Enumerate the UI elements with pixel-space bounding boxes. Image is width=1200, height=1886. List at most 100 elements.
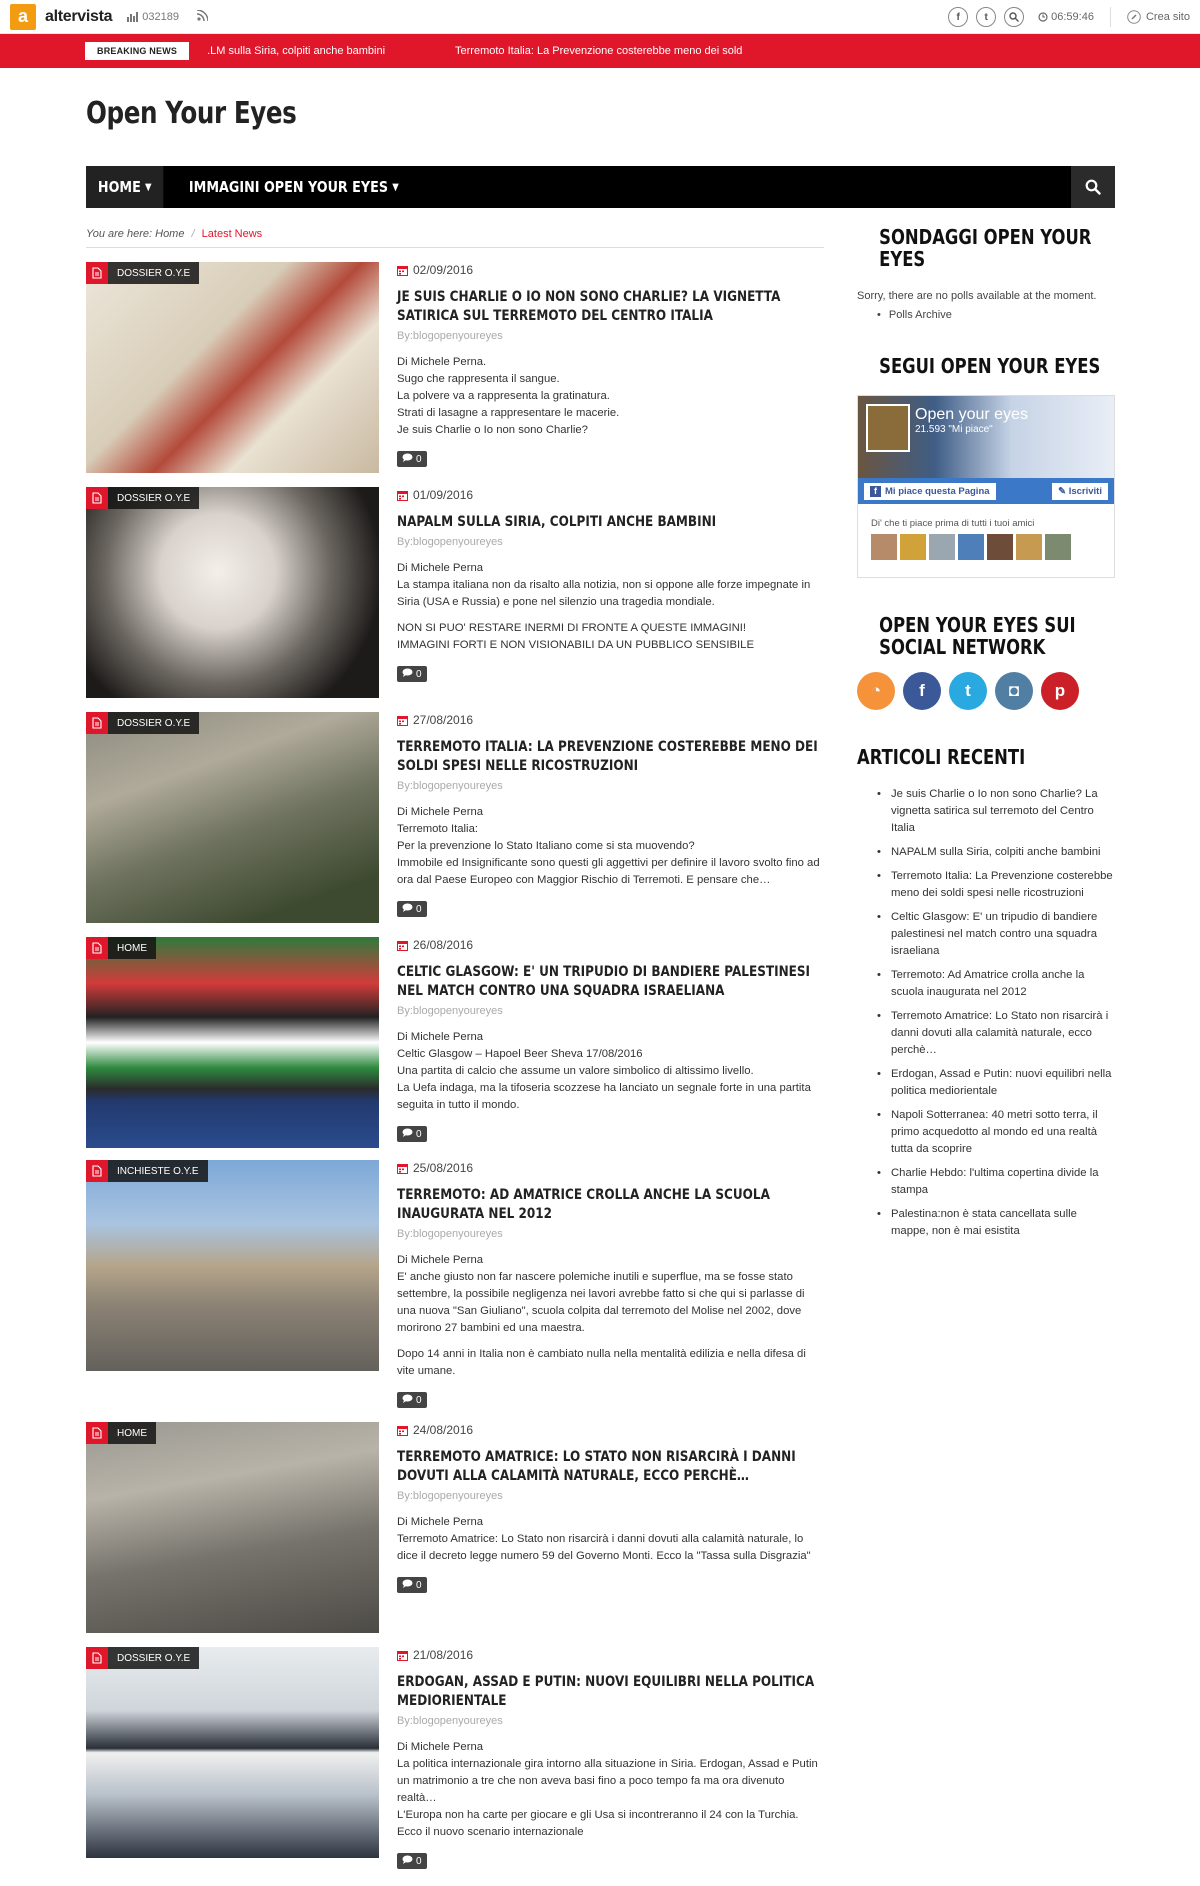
breadcrumb-home[interactable]: Home [155,228,184,240]
facebook-page-avatar [866,404,910,452]
comments-count-button[interactable]: 0 [397,1392,427,1408]
friend-avatar[interactable] [958,534,984,560]
comments-count-button[interactable]: 0 [397,1853,427,1869]
friend-avatar[interactable] [871,534,897,560]
post-title[interactable]: TERREMOTO AMATRICE: LO STATO NON RISARCI… [397,1448,825,1486]
breaking-news-item[interactable]: .LM sulla Siria, colpiti anche bambini [207,45,385,57]
recent-post-link[interactable]: Palestina:non è stata cancellata sulle m… [877,1206,1115,1240]
recent-post-link[interactable]: Je suis Charlie o Io non sono Charlie? L… [877,786,1115,837]
recent-post-link[interactable]: Terremoto Amatrice: Lo Stato non risarci… [877,1008,1115,1059]
altervista-logo[interactable]: a [10,3,36,30]
post-list: DOSSIER O.Y.E 02/09/2016 JE SUIS CHARLIE… [86,262,826,1869]
facebook-subscribe-button[interactable]: ✎ Iscriviti [1052,482,1108,500]
post-title[interactable]: CELTIC GLASGOW: E' UN TRIPUDIO DI BANDIE… [397,963,825,1001]
calendar-icon [397,1163,408,1174]
friend-avatar[interactable] [900,534,926,560]
post-category-badge[interactable]: DOSSIER O.Y.E [86,1647,200,1669]
post-category-badge[interactable]: INCHIESTE O.Y.E [86,1160,208,1182]
recent-post-link[interactable]: Terremoto Italia: La Prevenzione costere… [877,868,1115,902]
post-author[interactable]: By:blogopenyoureyes [397,1228,826,1240]
post-author[interactable]: By:blogopenyoureyes [397,1490,826,1502]
document-icon [86,262,108,284]
post-author[interactable]: By:blogopenyoureyes [397,780,826,792]
search-icon[interactable] [1004,7,1025,27]
facebook-icon[interactable]: f [948,7,969,27]
post-date: 27/08/2016 [397,712,826,728]
rss-icon[interactable]: ◔ [857,672,895,710]
post-thumbnail[interactable]: HOME [86,1422,379,1633]
recent-post-link[interactable]: Celtic Glasgow: E' un tripudio di bandie… [877,909,1115,960]
facebook-icon: f [870,485,881,497]
document-icon [86,1160,108,1182]
post-thumbnail[interactable]: DOSSIER O.Y.E [86,712,379,923]
post-thumbnail[interactable]: INCHIESTE O.Y.E [86,1160,379,1371]
post-title[interactable]: TERREMOTO: AD AMATRICE CROLLA ANCHE LA S… [397,1186,825,1224]
post-date: 25/08/2016 [397,1160,826,1176]
recent-post-link[interactable]: Charlie Hebdo: l'ultima copertina divide… [877,1165,1115,1199]
comments-count-button[interactable]: 0 [397,1126,427,1142]
post-category-badge[interactable]: DOSSIER O.Y.E [86,712,200,734]
calendar-icon [397,265,408,276]
comments-count: 0 [416,1128,422,1140]
post-title[interactable]: NAPALM SULLA SIRIA, COLPITI ANCHE BAMBIN… [397,513,825,532]
friend-avatar[interactable] [987,534,1013,560]
post-category-badge[interactable]: DOSSIER O.Y.E [86,262,200,284]
comment-icon [402,668,413,680]
twitter-icon[interactable]: t [976,7,997,27]
recent-posts-title: ARTICOLI RECENTI [857,745,1026,769]
recent-post-link[interactable]: Erdogan, Assad e Putin: nuovi equilibri … [877,1066,1115,1100]
facebook-page-name[interactable]: Open your eyes [915,406,1028,424]
post-thumbnail[interactable]: DOSSIER O.Y.E [86,1647,379,1858]
pinterest-icon[interactable]: p [1041,672,1079,710]
post-author[interactable]: By:blogopenyoureyes [397,536,826,548]
post-thumbnail[interactable]: HOME [86,937,379,1148]
post-image [86,1422,379,1633]
comments-count-button[interactable]: 0 [397,901,427,917]
calendar-icon [397,940,408,951]
post-author[interactable]: By:blogopenyoureyes [397,1715,826,1727]
altervista-brand[interactable]: altervista [45,8,113,26]
create-site-link[interactable]: Crea sito [1127,10,1190,24]
facebook-icon[interactable]: f [903,672,941,710]
post-title[interactable]: ERDOGAN, ASSAD E PUTIN: NUOVI EQUILIBRI … [397,1673,825,1711]
post-excerpt-line: NON SI PUO' RESTARE INERMI DI FRONTE A Q… [397,622,747,634]
recent-posts-list: Je suis Charlie o Io non sono Charlie? L… [857,786,1115,1240]
nav-item-immagini[interactable]: IMMAGINI OPEN YOUR EYES ▼ [177,166,411,208]
post-excerpt-line: Di Michele Perna [397,1254,484,1266]
facebook-page-widget[interactable]: Open your eyes 21.593 "Mi piace" f Mi pi… [857,395,1115,578]
post-category-badge[interactable]: DOSSIER O.Y.E [86,487,200,509]
rss-icon[interactable] [196,8,209,24]
friend-avatar[interactable] [929,534,955,560]
friend-avatar[interactable] [1016,534,1042,560]
post-title[interactable]: TERREMOTO ITALIA: LA PREVENZIONE COSTERE… [397,738,825,776]
post-category-badge[interactable]: HOME [86,1422,156,1444]
post-excerpt-line: Di Michele Perna [397,1031,484,1043]
post-excerpt-line: Terremoto Amatrice: Lo Stato non risarci… [397,1533,811,1562]
breaking-news-item[interactable]: Terremoto Italia: La Prevenzione costere… [455,45,742,57]
post-thumbnail[interactable]: DOSSIER O.Y.E [86,262,379,473]
post-category-badge[interactable]: HOME [86,937,156,959]
post-excerpt-line: Di Michele Perna [397,806,484,818]
post-title[interactable]: JE SUIS CHARLIE O IO NON SONO CHARLIE? L… [397,288,825,326]
post-date-text: 25/08/2016 [413,1161,474,1175]
post-author[interactable]: By:blogopenyoureyes [397,1005,826,1017]
facebook-like-button[interactable]: f Mi piace questa Pagina [864,482,996,500]
friend-avatar[interactable] [1045,534,1071,560]
polls-archive-link[interactable]: Polls Archive [877,309,1115,321]
comments-count-button[interactable]: 0 [397,1577,427,1593]
post-thumbnail[interactable]: DOSSIER O.Y.E [86,487,379,698]
post-author[interactable]: By:blogopenyoureyes [397,330,826,342]
nav-item-home[interactable]: HOME ▼ [86,166,164,208]
recent-post-link[interactable]: Napoli Sotterranea: 40 metri sotto terra… [877,1107,1115,1158]
post-date: 02/09/2016 [397,262,826,278]
comments-count-button[interactable]: 0 [397,666,427,682]
instagram-icon[interactable]: ◘ [995,672,1033,710]
post-item: HOME 24/08/2016 TERREMOTO AMATRICE: LO S… [86,1422,826,1633]
twitter-icon[interactable]: t [949,672,987,710]
nav-search-button[interactable] [1071,166,1115,208]
nav-item-label: HOME [97,178,141,196]
recent-post-link[interactable]: Terremoto: Ad Amatrice crolla anche la s… [877,967,1115,1001]
site-title[interactable]: Open Your Eyes [86,96,297,131]
comments-count-button[interactable]: 0 [397,451,427,467]
recent-post-link[interactable]: NAPALM sulla Siria, colpiti anche bambin… [877,844,1115,861]
